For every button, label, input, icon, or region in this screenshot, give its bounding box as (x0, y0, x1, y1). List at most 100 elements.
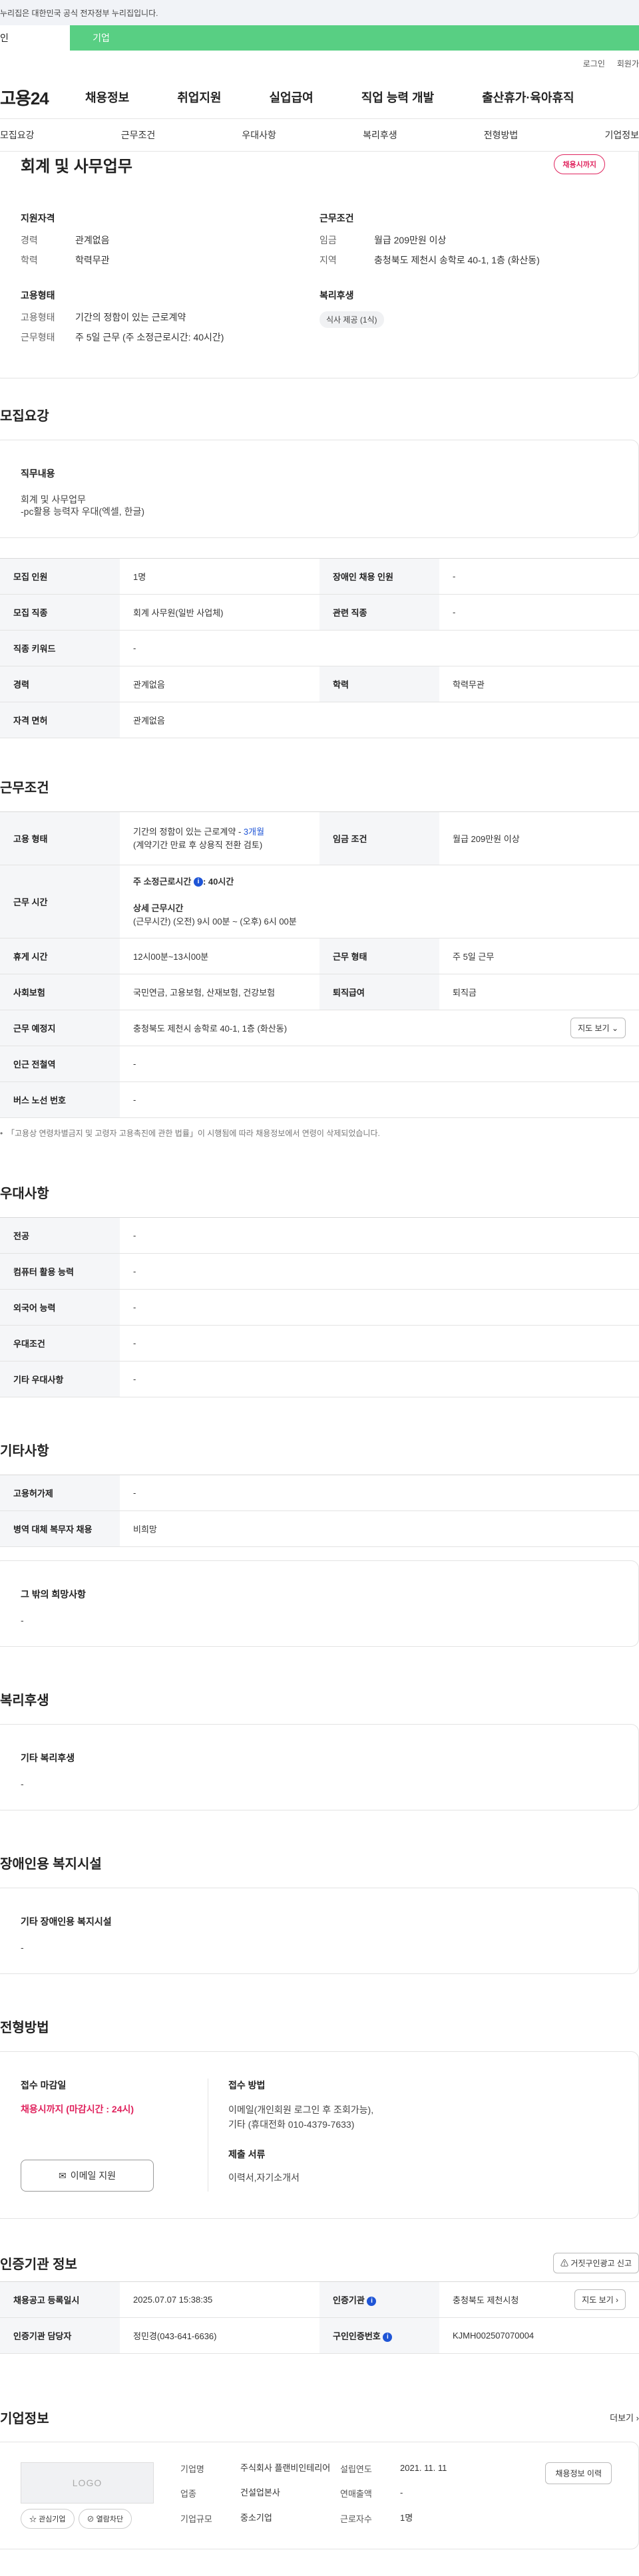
cond-hours-detail: (근무시간) (오전) 9시 00분 ~ (오후) 6시 00분 (133, 916, 297, 927)
recruit-license-value: 관계없음 (120, 702, 639, 738)
recruit-edu-label: 학력 (320, 666, 439, 702)
login-link[interactable]: 로그인 (583, 58, 605, 69)
job-history-button[interactable]: 채용정보 이력 (545, 2462, 612, 2484)
summary-worktype-label: 근무형태 (21, 332, 55, 343)
chevron-down-icon: ⌄ (611, 1024, 618, 1033)
other-table: 고용허가제 - 병역 대체 복무자 채용 비희망 (0, 1475, 639, 1547)
agency-id-label: 구인인증번호 (333, 2331, 381, 2341)
recruit-disabled-value: - (439, 558, 639, 595)
table-row: 컴퓨터 활용 능력 - (0, 1253, 639, 1290)
cond-emp-note: (계약기간 만료 후 상용직 전환 검토) (133, 839, 263, 850)
company-size-value: 중소기업 (240, 2512, 272, 2523)
cond-worktype-value: 주 5일 근무 (439, 938, 639, 974)
report-button-label: 거짓구인광고 신고 (570, 2258, 632, 2268)
tab-individual[interactable]: 인 (0, 25, 70, 51)
company-sales-label: 연매출액 (340, 2489, 372, 2500)
job-summary-card: 회계 및 사무업무 채용시까지 지원자격 경력 관계없음 학력 학력무관 근무조건 … (0, 152, 639, 378)
tab-business[interactable]: 기업 (70, 25, 132, 51)
section-nav-preference[interactable]: 우대사항 (242, 128, 276, 142)
email-apply-label: 이메일 지원 (70, 2170, 116, 2181)
recruit-license-label: 자격 면허 (0, 702, 120, 738)
summary-wage-value: 월급 209만원 이상 (374, 235, 447, 245)
cond-emp-value: 기간의 정함이 있는 근로계약 - (133, 826, 244, 837)
pref-major-label: 전공 (0, 1217, 120, 1254)
other-permit-label: 고용허가제 (0, 1475, 120, 1511)
summary-welfare: 복리후생 식사 제공 (1식) (320, 289, 612, 351)
table-row: 인증기관 담당자 정민경(043-641-6636) 구인인증번호 i KJMH… (0, 2317, 639, 2354)
mail-icon: ✉ (58, 2170, 67, 2181)
company-industry-label: 업종 (180, 2489, 196, 2500)
company-box: LOGO ☆ 관심기업 ⊘ 열람차단 기업명 주식회사 플랜비인테리어 설립연도… (0, 2442, 639, 2549)
table-row: 직종 키워드 - (0, 630, 639, 666)
company-info-grid: 기업명 주식회사 플랜비인테리어 설립연도 2021. 11. 11 업종 건설… (180, 2462, 500, 2529)
recruit-career-value: 관계없음 (120, 666, 320, 702)
company-workers-value: 1명 (400, 2512, 413, 2523)
block-view-label: 열람차단 (96, 2515, 124, 2523)
recruit-related-label: 관련 직종 (320, 594, 439, 631)
recruit-keyword-value: - (120, 630, 639, 666)
pref-computer-label: 컴퓨터 활용 능력 (0, 1253, 120, 1290)
siren-icon: ⚠ (560, 2258, 568, 2268)
section-nav-recruit[interactable]: 모집요강 (0, 128, 35, 142)
section-nav-welfare[interactable]: 복리후생 (363, 128, 397, 142)
gnb-item-parental-leave[interactable]: 출산휴가·육아휴직 (482, 88, 574, 106)
agency-map-button[interactable]: 지도 보기 › (574, 2289, 626, 2310)
pref-computer-value: - (120, 1253, 639, 1290)
pref-language-label: 외국어 능력 (0, 1289, 120, 1326)
favorite-company-button[interactable]: ☆ 관심기업 (21, 2509, 75, 2529)
cond-place-value: 충청북도 제천시 송학로 40-1, 1층 (화산동) (133, 1024, 288, 1034)
pref-condition-label: 우대조건 (0, 1325, 120, 1361)
cond-station-label: 인근 전철역 (0, 1046, 120, 1082)
gnb-item-vocational-training[interactable]: 직업 능력 개발 (361, 88, 434, 106)
deadline-badge: 채용시까지 (554, 154, 605, 174)
gnb-item-unemployment-benefit[interactable]: 실업급여 (270, 88, 314, 106)
agency-table: 채용공고 등록일시 2025.07.07 15:38:35 인증기관 i 충청북… (0, 2281, 639, 2354)
section-nav-company[interactable]: 기업정보 (604, 128, 639, 142)
summary-conditions: 근무조건 임금 월급 209만원 이상 지역 충청북도 제천시 송학로 40-1, … (320, 212, 612, 274)
table-row: 기타 우대사항 - (0, 1361, 639, 1397)
table-row: 근무 시간 주 소정근로시간 i: 40시간 상세 근무시간 (근무시간) (오… (0, 865, 639, 938)
cond-break-value: 12시00분~13시00분 (120, 938, 320, 974)
gnb-item-jobs[interactable]: 채용정보 (85, 88, 129, 106)
gnb-item-employment-support[interactable]: 취업지원 (177, 88, 221, 106)
agency-manager-value: 정민경(043-641-6636) (120, 2317, 320, 2354)
recruit-headcount-label: 모집 인원 (0, 558, 120, 595)
recruit-occupation-label: 모집 직종 (0, 594, 120, 631)
summary-welfare-chip: 식사 제공 (1식) (320, 311, 384, 328)
email-apply-button[interactable]: ✉ 이메일 지원 (21, 2160, 154, 2192)
block-view-button[interactable]: ⊘ 열람차단 (78, 2509, 132, 2529)
disabled-section-title: 장애인용 복지시설 (0, 1857, 102, 1872)
info-icon[interactable]: i (193, 877, 203, 887)
age-notice: • 「고용상 연령차별금지 및 고령자 고용촉진에 관한 법률」이 시행됨에 따라… (0, 1127, 639, 1139)
conditions-section-title: 근무조건 (0, 781, 49, 795)
block-icon: ⊘ (87, 2515, 95, 2523)
welfare-section-title: 복리후생 (0, 1693, 49, 1708)
map-view-button[interactable]: 지도 보기 ⌄ (570, 1018, 626, 1038)
duty-line-2: -pc활용 능력자 우대(엑셀, 한글) (21, 506, 145, 517)
report-button[interactable]: ⚠ 거짓구인광고 신고 (552, 2252, 639, 2273)
site-logo[interactable]: 고용24 (0, 85, 85, 110)
table-row: 전공 - (0, 1217, 639, 1254)
table-row: 우대조건 - (0, 1325, 639, 1361)
signup-link[interactable]: 회원가 (617, 58, 639, 69)
cond-station-value: - (120, 1046, 639, 1082)
method-line-2: 기타 (휴대전화 010-4379-7633) (228, 2119, 355, 2130)
gov-notice-text: 누리집은 대한민국 공식 전자정부 누리집입니다. (0, 8, 158, 18)
summary-qualification-title: 지원자격 (21, 213, 55, 223)
company-more-link[interactable]: 더보기 › (610, 2411, 639, 2424)
other-section-title: 기타사항 (0, 1444, 49, 1459)
agency-id-value: KJMH002507070004 (439, 2317, 639, 2354)
welfare-box-value: - (21, 1779, 24, 1789)
summary-career-value: 관계없음 (75, 235, 110, 245)
section-nav-process[interactable]: 전형방법 (484, 128, 519, 142)
process-section-title: 전형방법 (0, 2021, 49, 2035)
info-icon[interactable]: i (367, 2296, 377, 2306)
company-industry-value: 건설업본사 (240, 2488, 280, 2498)
table-row: 경력 관계없음 학력 학력무관 (0, 666, 639, 702)
other-wish-title: 그 밖의 희망사항 (21, 1589, 86, 1600)
pref-other-value: - (120, 1361, 639, 1397)
other-permit-value: - (120, 1475, 639, 1511)
summary-region-label: 지역 (320, 255, 337, 265)
section-nav-conditions[interactable]: 근무조건 (121, 128, 156, 142)
info-icon[interactable]: i (383, 2332, 393, 2342)
